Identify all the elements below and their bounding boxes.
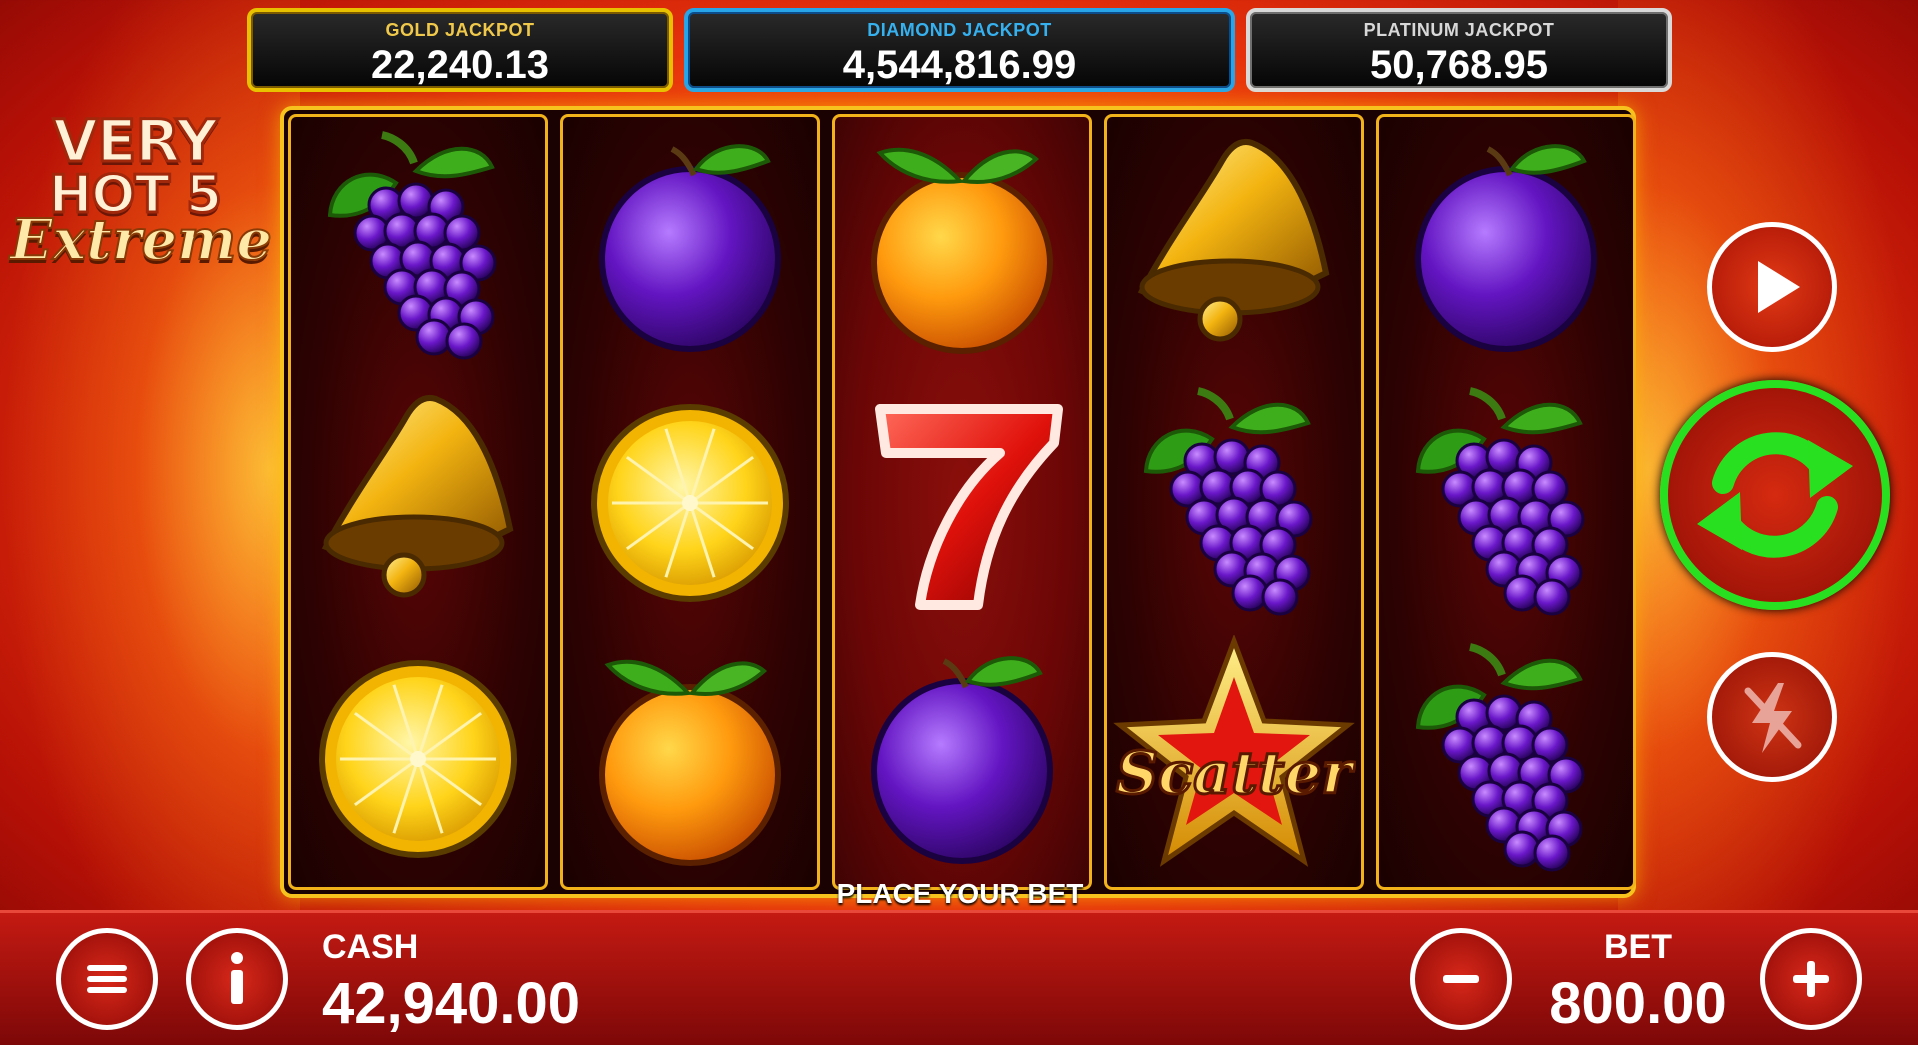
seven-icon — [875, 404, 1063, 610]
grapes-icon — [327, 131, 497, 360]
cash-value: 42,940.00 — [322, 971, 581, 1036]
reel-1-symbol-3 — [296, 635, 540, 881]
reel-2-symbol-1 — [568, 123, 812, 369]
svg-text:Scatter: Scatter — [1116, 739, 1356, 807]
info-icon — [231, 952, 243, 1004]
reel-5 — [1376, 114, 1636, 890]
lemon-icon — [319, 660, 517, 858]
plum-icon — [599, 144, 781, 352]
grapes-icon — [1415, 643, 1585, 872]
menu-button[interactable] — [56, 928, 158, 1030]
reel-3-symbol-1 — [840, 123, 1084, 369]
platinum-jackpot-panel: PLATINUM JACKPOT 50,768.95 — [1246, 8, 1672, 92]
reel-5-symbol-2 — [1384, 379, 1628, 625]
bet-label: BET — [1604, 928, 1672, 966]
autoplay-button[interactable] — [1707, 222, 1837, 352]
reel-2 — [560, 114, 820, 890]
game-logo: VERY HOT 5 Extreme — [9, 107, 273, 282]
plus-icon — [1793, 961, 1829, 997]
lightning-off-icon — [1744, 683, 1802, 753]
minus-icon — [1443, 975, 1479, 983]
orange-icon — [599, 659, 781, 866]
reel-4-symbol-3: Scatter — [1112, 633, 1358, 881]
orange-icon — [871, 147, 1053, 354]
diamond-jackpot-value: 4,544,816.99 — [842, 43, 1077, 87]
decrease-bet-button[interactable] — [1410, 928, 1512, 1030]
reel-4: Scatter — [1104, 114, 1364, 890]
diamond-jackpot-label: DIAMOND JACKPOT — [867, 20, 1052, 40]
reel-1-symbol-2 — [296, 379, 540, 625]
increase-bet-button[interactable] — [1760, 928, 1862, 1030]
menu-icon — [87, 965, 127, 993]
spin-arrows-icon — [1697, 432, 1853, 558]
reel-4-symbol-2 — [1112, 379, 1356, 625]
logo-line-very: VERY — [52, 107, 220, 175]
reel-2-symbol-3 — [568, 635, 812, 881]
bell-icon — [321, 395, 514, 598]
reel-2-symbol-2 — [568, 379, 812, 625]
gold-jackpot-value: 22,240.13 — [371, 43, 549, 87]
scatter-star-icon: Scatter — [1113, 633, 1358, 867]
platinum-jackpot-label: PLATINUM JACKPOT — [1363, 20, 1555, 40]
spin-button[interactable] — [1660, 380, 1890, 610]
plum-icon — [1415, 144, 1597, 352]
reel-4-symbol-1 — [1112, 123, 1356, 369]
cash-label: CASH — [322, 928, 419, 966]
play-icon — [1758, 261, 1800, 313]
gold-jackpot-label: GOLD JACKPOT — [385, 20, 535, 40]
gold-jackpot-panel: GOLD JACKPOT 22,240.13 — [247, 8, 673, 92]
reel-area: Scatter — [280, 106, 1636, 898]
reel-3 — [832, 114, 1092, 890]
diamond-jackpot-panel: DIAMOND JACKPOT 4,544,816.99 — [684, 8, 1235, 92]
bell-icon — [1137, 139, 1330, 342]
grapes-icon — [1415, 387, 1585, 616]
reel-5-symbol-3 — [1384, 635, 1628, 881]
status-message: PLACE YOUR BET — [836, 878, 1084, 909]
info-button[interactable] — [186, 928, 288, 1030]
reel-1 — [288, 114, 548, 890]
platinum-jackpot-value: 50,768.95 — [1370, 43, 1548, 87]
grapes-icon — [1143, 387, 1313, 616]
turbo-button[interactable] — [1707, 652, 1837, 782]
reel-3-symbol-3 — [840, 635, 1084, 881]
reel-3-symbol-2 — [840, 379, 1084, 625]
plum-icon — [871, 656, 1053, 864]
lemon-icon — [591, 404, 789, 602]
reel-1-symbol-1 — [296, 123, 540, 369]
bet-value: 800.00 — [1549, 971, 1727, 1036]
reel-5-symbol-1 — [1384, 123, 1628, 369]
logo-line-extreme: Extreme — [9, 207, 273, 273]
